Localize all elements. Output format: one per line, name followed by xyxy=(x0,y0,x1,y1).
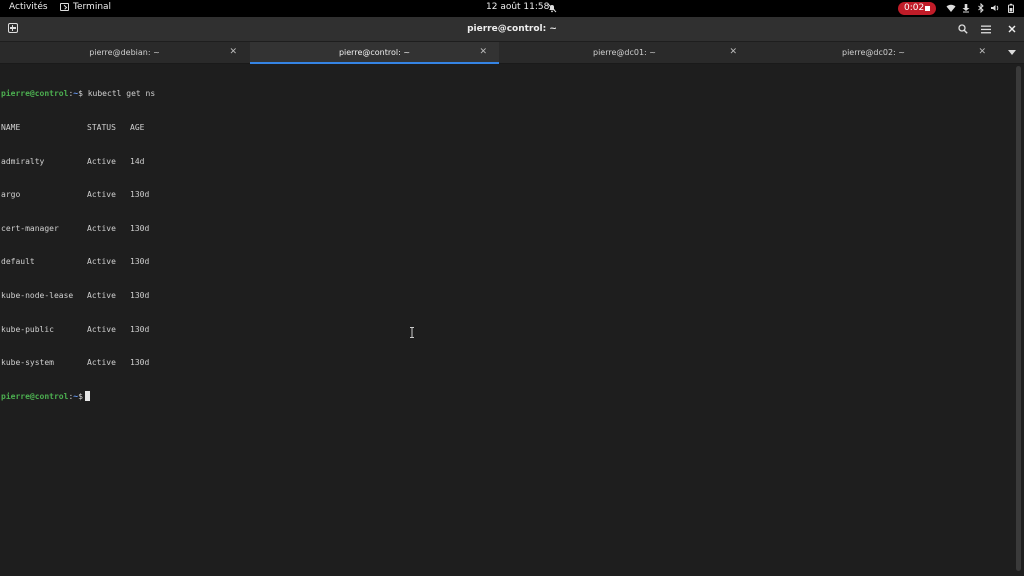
ns-name: argo xyxy=(1,190,21,200)
scrollbar[interactable] xyxy=(1016,66,1021,571)
ns-name: kube-public xyxy=(1,324,54,334)
table-row: default Active 130d xyxy=(1,256,155,267)
hamburger-menu-icon xyxy=(981,25,991,33)
ns-name: kube-system xyxy=(1,358,54,368)
tab-label: pierre@debian: ~ xyxy=(89,48,160,57)
table-row: kube-node-lease Active 130d xyxy=(1,290,155,301)
recording-time: 0:02 xyxy=(904,3,925,13)
prompt-user: pierre@control xyxy=(1,391,69,401)
app-menu-button[interactable]: Terminal xyxy=(60,2,111,12)
close-tab-icon[interactable]: ✕ xyxy=(978,47,986,57)
close-tab-icon[interactable]: ✕ xyxy=(479,47,487,57)
system-top-bar: Activités Terminal 12 août 11:58 0:02 xyxy=(0,0,1024,17)
ns-name: default xyxy=(1,257,35,267)
close-tab-icon[interactable]: ✕ xyxy=(729,47,737,57)
ns-age: 130d xyxy=(130,324,150,334)
ns-name: kube-node-lease xyxy=(1,290,74,300)
header-name: NAME xyxy=(1,123,21,132)
close-icon xyxy=(1008,25,1016,33)
tab-control[interactable]: pierre@control: ~ ✕ xyxy=(250,42,499,64)
ns-status: Active xyxy=(87,257,116,267)
ns-name: cert-manager xyxy=(1,223,59,233)
app-name: Terminal xyxy=(73,2,112,12)
ns-age: 14d xyxy=(130,156,145,166)
search-button[interactable] xyxy=(955,22,971,36)
tab-label: pierre@control: ~ xyxy=(338,48,411,57)
activities-button[interactable]: Activités xyxy=(9,2,48,12)
ibeam-cursor-icon xyxy=(410,327,414,338)
text-cursor xyxy=(84,390,90,401)
ns-name: admiralty xyxy=(1,156,45,166)
table-row: admiralty Active 14d xyxy=(1,156,155,167)
wifi-icon[interactable] xyxy=(946,3,956,13)
clock[interactable]: 12 août 11:58 xyxy=(486,2,549,12)
tab-label: pierre@dc01: ~ xyxy=(592,48,656,57)
prompt-path: ~ xyxy=(73,391,79,401)
tab-label: pierre@dc02: ~ xyxy=(841,48,905,57)
terminal-output-area[interactable]: pierre@control:~$ kubectl get ns NAME STA… xyxy=(0,64,1024,576)
ns-status: Active xyxy=(87,156,116,166)
tab-debian[interactable]: pierre@debian: ~ ✕ xyxy=(0,42,249,64)
prompt-line: pierre@control:~$ xyxy=(1,390,155,402)
stop-recording-icon xyxy=(925,6,930,11)
ns-age: 130d xyxy=(130,358,150,368)
table-row: cert-manager Active 130d xyxy=(1,223,155,234)
ns-status: Active xyxy=(87,290,116,300)
volume-icon[interactable] xyxy=(990,3,1000,13)
ns-status: Active xyxy=(87,358,116,368)
ns-age: 130d xyxy=(130,223,150,233)
ns-status: Active xyxy=(87,190,116,200)
close-tab-icon[interactable]: ✕ xyxy=(229,47,237,57)
header-age: AGE xyxy=(130,123,145,132)
command-line: pierre@control:~$ kubectl get ns xyxy=(1,89,156,99)
ns-status: Active xyxy=(87,223,116,233)
window-title: pierre@control: ~ xyxy=(467,24,557,34)
ns-age: 130d xyxy=(130,257,150,267)
ns-status: Active xyxy=(87,324,116,334)
screen-recording-indicator[interactable]: 0:02 xyxy=(898,2,936,15)
notifications-off-icon xyxy=(547,3,557,13)
download-icon[interactable] xyxy=(961,3,971,13)
terminal-icon xyxy=(60,3,69,11)
tab-dc01[interactable]: pierre@dc01: ~ ✕ xyxy=(500,42,749,64)
table-header: NAME STATUS AGE xyxy=(1,122,155,133)
terminal-lines: pierre@control:~$ kubectl get ns NAME STA… xyxy=(1,66,155,424)
search-icon xyxy=(958,24,968,34)
table-row: argo Active 130d xyxy=(1,189,155,200)
battery-icon[interactable] xyxy=(1006,3,1016,13)
command-text: kubectl get ns xyxy=(87,89,156,99)
bluetooth-icon[interactable] xyxy=(976,3,986,13)
tab-list-dropdown-icon[interactable] xyxy=(1008,50,1016,55)
table-row: kube-system Active 130d xyxy=(1,357,155,368)
prompt-path: ~ xyxy=(73,89,79,99)
main-menu-button[interactable] xyxy=(978,22,994,36)
ns-age: 130d xyxy=(130,290,150,300)
terminal-header-bar: pierre@control: ~ xyxy=(0,17,1024,42)
header-status: STATUS xyxy=(87,123,116,132)
ns-age: 130d xyxy=(130,190,150,200)
close-window-button[interactable] xyxy=(1004,22,1020,36)
table-row: kube-public Active 130d xyxy=(1,324,155,335)
tab-bar: pierre@debian: ~ ✕ pierre@control: ~ ✕ p… xyxy=(0,42,1024,64)
tab-dc02[interactable]: pierre@dc02: ~ ✕ xyxy=(749,42,998,64)
prompt-user: pierre@control xyxy=(1,89,69,99)
